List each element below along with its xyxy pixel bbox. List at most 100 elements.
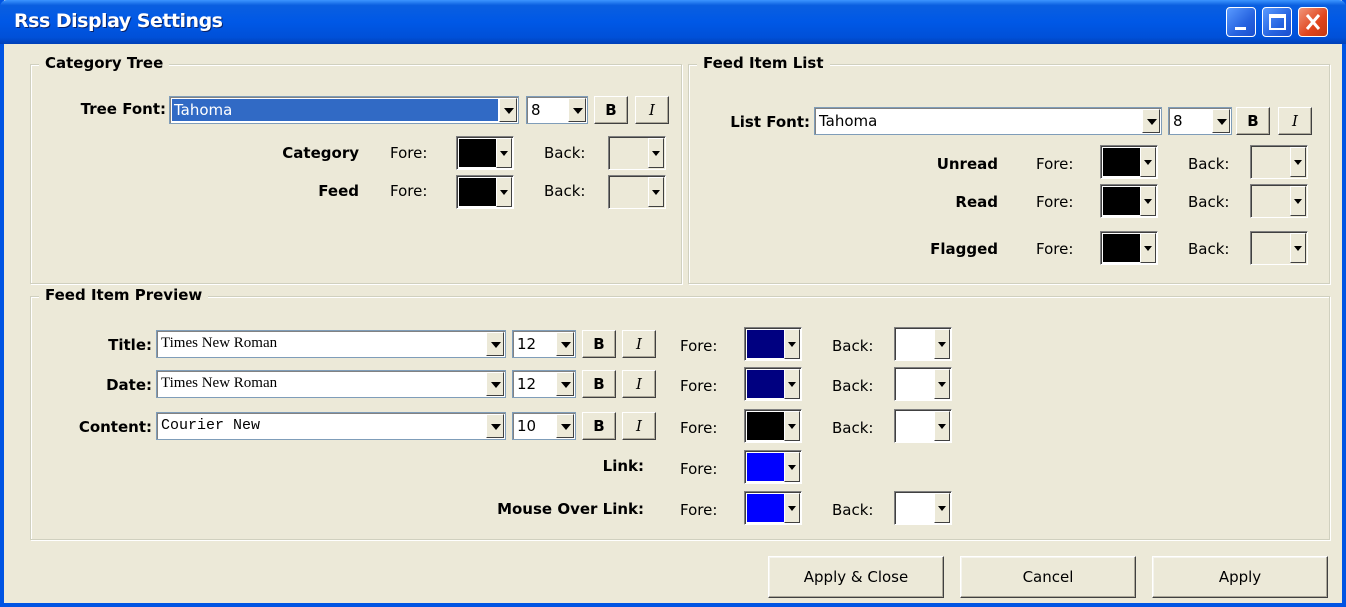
content-fore-color-picker[interactable]: [744, 409, 802, 443]
title-row-label: Title:: [108, 336, 152, 354]
title-italic-button[interactable]: I: [622, 330, 656, 358]
date-fore-color-picker[interactable]: [744, 367, 802, 401]
unread-fore-label: Fore:: [1036, 155, 1074, 173]
read-back-color-picker[interactable]: [1250, 184, 1308, 218]
link-fore-label: Fore:: [680, 460, 718, 478]
chevron-down-icon[interactable]: [784, 369, 800, 399]
flagged-back-label: Back:: [1188, 240, 1230, 258]
title-fore-color-picker[interactable]: [744, 327, 802, 361]
unread-fore-color-picker[interactable]: [1100, 145, 1158, 179]
chevron-down-icon[interactable]: [648, 138, 664, 168]
chevron-down-icon[interactable]: [1212, 109, 1230, 133]
chevron-down-icon[interactable]: [934, 329, 950, 359]
category-fore-label: Fore:: [390, 144, 428, 162]
list-font-select[interactable]: Tahoma: [814, 107, 1162, 135]
chevron-down-icon[interactable]: [1290, 186, 1306, 216]
unread-back-label: Back:: [1188, 155, 1230, 173]
apply-and-close-button[interactable]: Apply & Close: [768, 556, 944, 598]
flagged-back-color-picker[interactable]: [1250, 231, 1308, 265]
chevron-down-icon[interactable]: [934, 493, 950, 523]
date-italic-button[interactable]: I: [622, 370, 656, 398]
color-swatch: [897, 494, 935, 522]
chevron-down-icon[interactable]: [934, 411, 950, 441]
category-fore-color-picker[interactable]: [456, 136, 514, 170]
chevron-down-icon[interactable]: [1140, 186, 1156, 216]
chevron-down-icon[interactable]: [556, 414, 574, 438]
minimize-icon: [1235, 27, 1246, 30]
chevron-down-icon[interactable]: [1140, 233, 1156, 263]
mouse-over-link-back-color-picker[interactable]: [894, 491, 952, 525]
link-fore-color-picker[interactable]: [744, 450, 802, 484]
maximize-button[interactable]: [1262, 7, 1292, 37]
category-back-color-picker[interactable]: [608, 136, 666, 170]
title-bar[interactable]: Rss Display Settings: [0, 0, 1346, 44]
chevron-down-icon[interactable]: [1290, 233, 1306, 263]
content-size-select[interactable]: 10: [512, 412, 576, 440]
unread-back-color-picker[interactable]: [1250, 145, 1308, 179]
title-size-select[interactable]: 12: [512, 330, 576, 358]
date-back-color-picker[interactable]: [894, 367, 952, 401]
color-swatch: [459, 178, 497, 206]
color-swatch: [897, 412, 935, 440]
chevron-down-icon[interactable]: [496, 138, 512, 168]
chevron-down-icon[interactable]: [556, 332, 574, 356]
chevron-down-icon[interactable]: [486, 414, 504, 438]
date-size-value: 12: [517, 375, 537, 393]
chevron-down-icon[interactable]: [486, 332, 504, 356]
chevron-down-icon[interactable]: [499, 98, 517, 122]
list-size-select[interactable]: 8: [1168, 107, 1232, 135]
feed-fore-color-picker[interactable]: [456, 175, 514, 209]
list-italic-button[interactable]: I: [1278, 107, 1312, 135]
tree-size-select[interactable]: 8: [526, 96, 588, 124]
chevron-down-icon[interactable]: [934, 369, 950, 399]
title-back-color-picker[interactable]: [894, 327, 952, 361]
apply-button[interactable]: Apply: [1152, 556, 1328, 598]
flagged-fore-color-picker[interactable]: [1100, 231, 1158, 265]
tree-font-select[interactable]: Tahoma: [169, 96, 519, 124]
cancel-button[interactable]: Cancel: [960, 556, 1136, 598]
content-font-select[interactable]: Courier New: [156, 412, 506, 440]
color-swatch: [747, 494, 785, 522]
tree-bold-button[interactable]: B: [594, 96, 628, 124]
chevron-down-icon[interactable]: [1142, 109, 1160, 133]
chevron-down-icon[interactable]: [568, 98, 586, 122]
read-row-label: Read: [955, 193, 998, 211]
feed-back-color-picker[interactable]: [608, 175, 666, 209]
title-font-select[interactable]: Times New Roman: [156, 330, 506, 358]
date-row-label: Date:: [106, 376, 152, 394]
category-back-label: Back:: [544, 144, 586, 162]
color-swatch: [747, 412, 785, 440]
chevron-down-icon[interactable]: [648, 177, 664, 207]
category-row-label: Category: [282, 144, 359, 162]
title-bold-button[interactable]: B: [582, 330, 616, 358]
close-button[interactable]: [1298, 7, 1328, 37]
read-back-label: Back:: [1188, 193, 1230, 211]
chevron-down-icon[interactable]: [784, 411, 800, 441]
chevron-down-icon[interactable]: [784, 493, 800, 523]
feed-item-preview-label: Feed Item Preview: [39, 286, 209, 304]
chevron-down-icon[interactable]: [496, 177, 512, 207]
date-font-select[interactable]: Times New Roman: [156, 370, 506, 398]
content-font-value: Courier New: [161, 417, 261, 434]
minimize-button[interactable]: [1226, 7, 1256, 37]
chevron-down-icon[interactable]: [784, 452, 800, 482]
mouse-over-link-fore-color-picker[interactable]: [744, 491, 802, 525]
mouse-over-link-back-label: Back:: [832, 501, 874, 519]
content-italic-button[interactable]: I: [622, 412, 656, 440]
date-size-select[interactable]: 12: [512, 370, 576, 398]
chevron-down-icon[interactable]: [486, 372, 504, 396]
chevron-down-icon[interactable]: [1290, 147, 1306, 177]
date-bold-button[interactable]: B: [582, 370, 616, 398]
content-back-color-picker[interactable]: [894, 409, 952, 443]
chevron-down-icon[interactable]: [556, 372, 574, 396]
title-fore-label: Fore:: [680, 337, 718, 355]
list-bold-button[interactable]: B: [1236, 107, 1270, 135]
chevron-down-icon[interactable]: [1140, 147, 1156, 177]
mouse-over-link-fore-label: Fore:: [680, 501, 718, 519]
color-swatch: [747, 370, 785, 398]
tree-italic-button[interactable]: I: [635, 96, 669, 124]
read-fore-color-picker[interactable]: [1100, 184, 1158, 218]
chevron-down-icon[interactable]: [784, 329, 800, 359]
content-bold-button[interactable]: B: [582, 412, 616, 440]
flagged-fore-label: Fore:: [1036, 240, 1074, 258]
